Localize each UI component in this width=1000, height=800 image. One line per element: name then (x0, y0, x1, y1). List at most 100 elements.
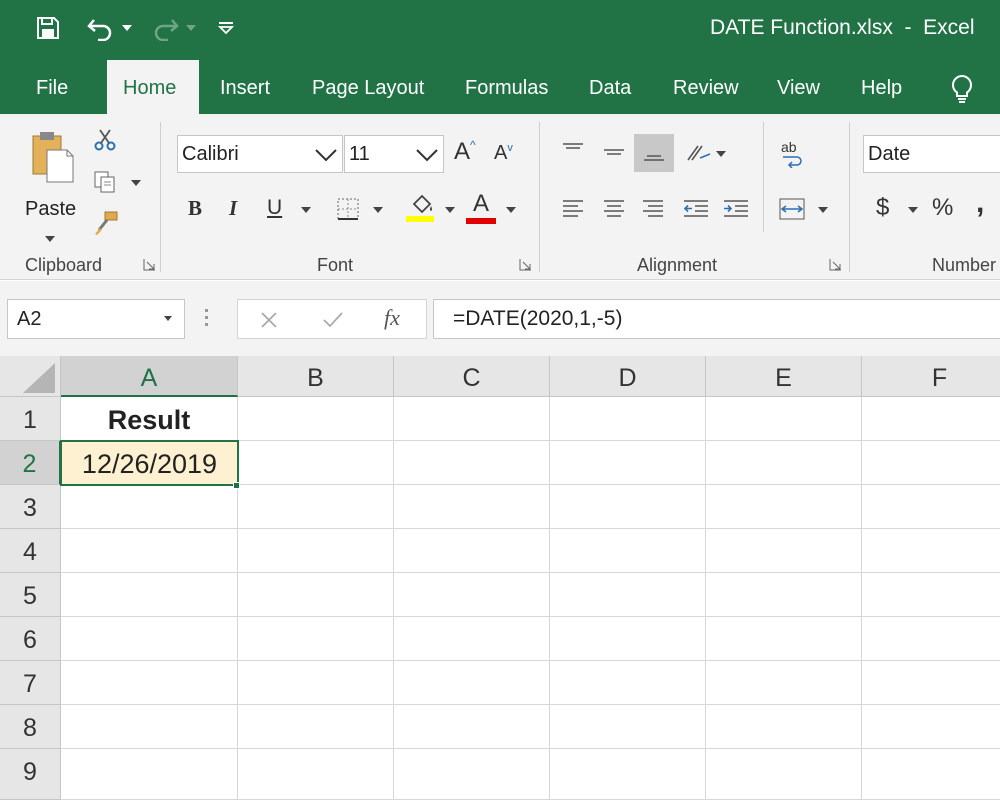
decrease-indent-button[interactable] (683, 198, 709, 220)
cell-d8[interactable] (550, 705, 706, 749)
cell-d1[interactable] (550, 397, 706, 441)
cell-e4[interactable] (706, 529, 862, 573)
font-size-dropdown[interactable]: 11 (344, 135, 444, 173)
tab-view[interactable]: View (761, 60, 836, 114)
cell-d2[interactable] (550, 441, 706, 485)
cell-e3[interactable] (706, 485, 862, 529)
fill-handle[interactable] (233, 482, 240, 489)
paste-dropdown-icon[interactable] (45, 236, 55, 242)
format-painter-button[interactable] (93, 210, 119, 236)
increase-indent-button[interactable] (723, 198, 749, 220)
cell-f2[interactable] (862, 441, 1000, 485)
column-header-a[interactable]: A (61, 356, 238, 397)
currency-button[interactable]: $ (876, 194, 889, 222)
column-header-d[interactable]: D (550, 356, 706, 397)
tab-insert[interactable]: Insert (204, 60, 286, 114)
tab-formulas[interactable]: Formulas (449, 60, 564, 114)
name-box[interactable]: A2 (7, 299, 185, 339)
tab-page-layout[interactable]: Page Layout (296, 60, 440, 114)
customize-qat-button[interactable] (217, 13, 235, 43)
cell-e2[interactable] (706, 441, 862, 485)
row-header-2[interactable]: 2 (0, 441, 61, 485)
cell-c5[interactable] (394, 573, 550, 617)
cell-c8[interactable] (394, 705, 550, 749)
cell-a1[interactable]: Result (61, 397, 238, 441)
cell-d9[interactable] (550, 749, 706, 800)
alignment-launcher-icon[interactable] (829, 258, 842, 271)
cell-a7[interactable] (61, 661, 238, 705)
align-right-button[interactable] (642, 198, 664, 220)
cell-d4[interactable] (550, 529, 706, 573)
cell-c2[interactable] (394, 441, 550, 485)
tab-help[interactable]: Help (845, 60, 918, 114)
middle-align-button[interactable] (603, 144, 625, 162)
top-align-button[interactable] (562, 142, 584, 160)
row-header-7[interactable]: 7 (0, 661, 61, 705)
number-format-dropdown[interactable]: Date (863, 135, 1000, 173)
copy-dropdown-icon[interactable] (131, 180, 141, 186)
formula-input[interactable]: =DATE(2020,1,-5) (433, 299, 1000, 339)
select-all-button[interactable] (0, 356, 61, 397)
undo-dropdown-icon[interactable] (122, 25, 132, 31)
cell-e8[interactable] (706, 705, 862, 749)
column-header-f[interactable]: F (862, 356, 1000, 397)
cut-button[interactable] (93, 128, 117, 152)
cell-a3[interactable] (61, 485, 238, 529)
cell-f6[interactable] (862, 617, 1000, 661)
cell-c7[interactable] (394, 661, 550, 705)
save-button[interactable] (35, 13, 61, 43)
merge-center-dropdown-icon[interactable] (818, 207, 828, 213)
font-color-dropdown-icon[interactable] (506, 207, 516, 213)
enter-icon[interactable] (322, 311, 344, 329)
currency-dropdown-icon[interactable] (908, 207, 918, 213)
wrap-text-button[interactable]: ab (781, 140, 803, 168)
row-header-4[interactable]: 4 (0, 529, 61, 573)
font-launcher-icon[interactable] (519, 258, 532, 271)
font-color-button[interactable]: A (466, 190, 496, 224)
undo-button[interactable] (86, 13, 132, 43)
cell-b5[interactable] (238, 573, 394, 617)
redo-button[interactable] (150, 13, 196, 43)
cell-b3[interactable] (238, 485, 394, 529)
align-center-button[interactable] (603, 198, 625, 220)
tab-review[interactable]: Review (657, 60, 755, 114)
cell-f5[interactable] (862, 573, 1000, 617)
column-header-c[interactable]: C (394, 356, 550, 397)
shrink-font-button[interactable]: Av (494, 142, 513, 165)
cell-c4[interactable] (394, 529, 550, 573)
cell-f1[interactable] (862, 397, 1000, 441)
cell-d3[interactable] (550, 485, 706, 529)
tab-data[interactable]: Data (573, 60, 647, 114)
font-name-dropdown[interactable]: Calibri (177, 135, 343, 173)
tab-home[interactable]: Home (107, 60, 199, 114)
name-box-dropdown-icon[interactable] (164, 316, 172, 321)
cell-b8[interactable] (238, 705, 394, 749)
cell-d6[interactable] (550, 617, 706, 661)
align-left-button[interactable] (562, 198, 584, 220)
copy-button[interactable] (93, 170, 141, 194)
row-header-9[interactable]: 9 (0, 749, 61, 800)
cell-e6[interactable] (706, 617, 862, 661)
underline-dropdown-icon[interactable] (301, 207, 311, 213)
column-header-e[interactable]: E (706, 356, 862, 397)
tab-file[interactable]: File (20, 60, 84, 114)
bottom-align-button[interactable] (634, 134, 674, 172)
cancel-icon[interactable] (260, 311, 278, 329)
cell-e9[interactable] (706, 749, 862, 800)
orientation-dropdown-icon[interactable] (716, 151, 726, 157)
cell-f4[interactable] (862, 529, 1000, 573)
cell-a5[interactable] (61, 573, 238, 617)
cell-c9[interactable] (394, 749, 550, 800)
cell-f9[interactable] (862, 749, 1000, 800)
cell-e7[interactable] (706, 661, 862, 705)
cell-b7[interactable] (238, 661, 394, 705)
percent-button[interactable]: % (932, 194, 953, 222)
column-header-b[interactable]: B (238, 356, 394, 397)
cell-c1[interactable] (394, 397, 550, 441)
orientation-button[interactable] (686, 142, 712, 164)
cell-f8[interactable] (862, 705, 1000, 749)
cell-a6[interactable] (61, 617, 238, 661)
comma-style-button[interactable]: , (976, 186, 984, 220)
clipboard-launcher-icon[interactable] (143, 258, 156, 271)
row-header-6[interactable]: 6 (0, 617, 61, 661)
